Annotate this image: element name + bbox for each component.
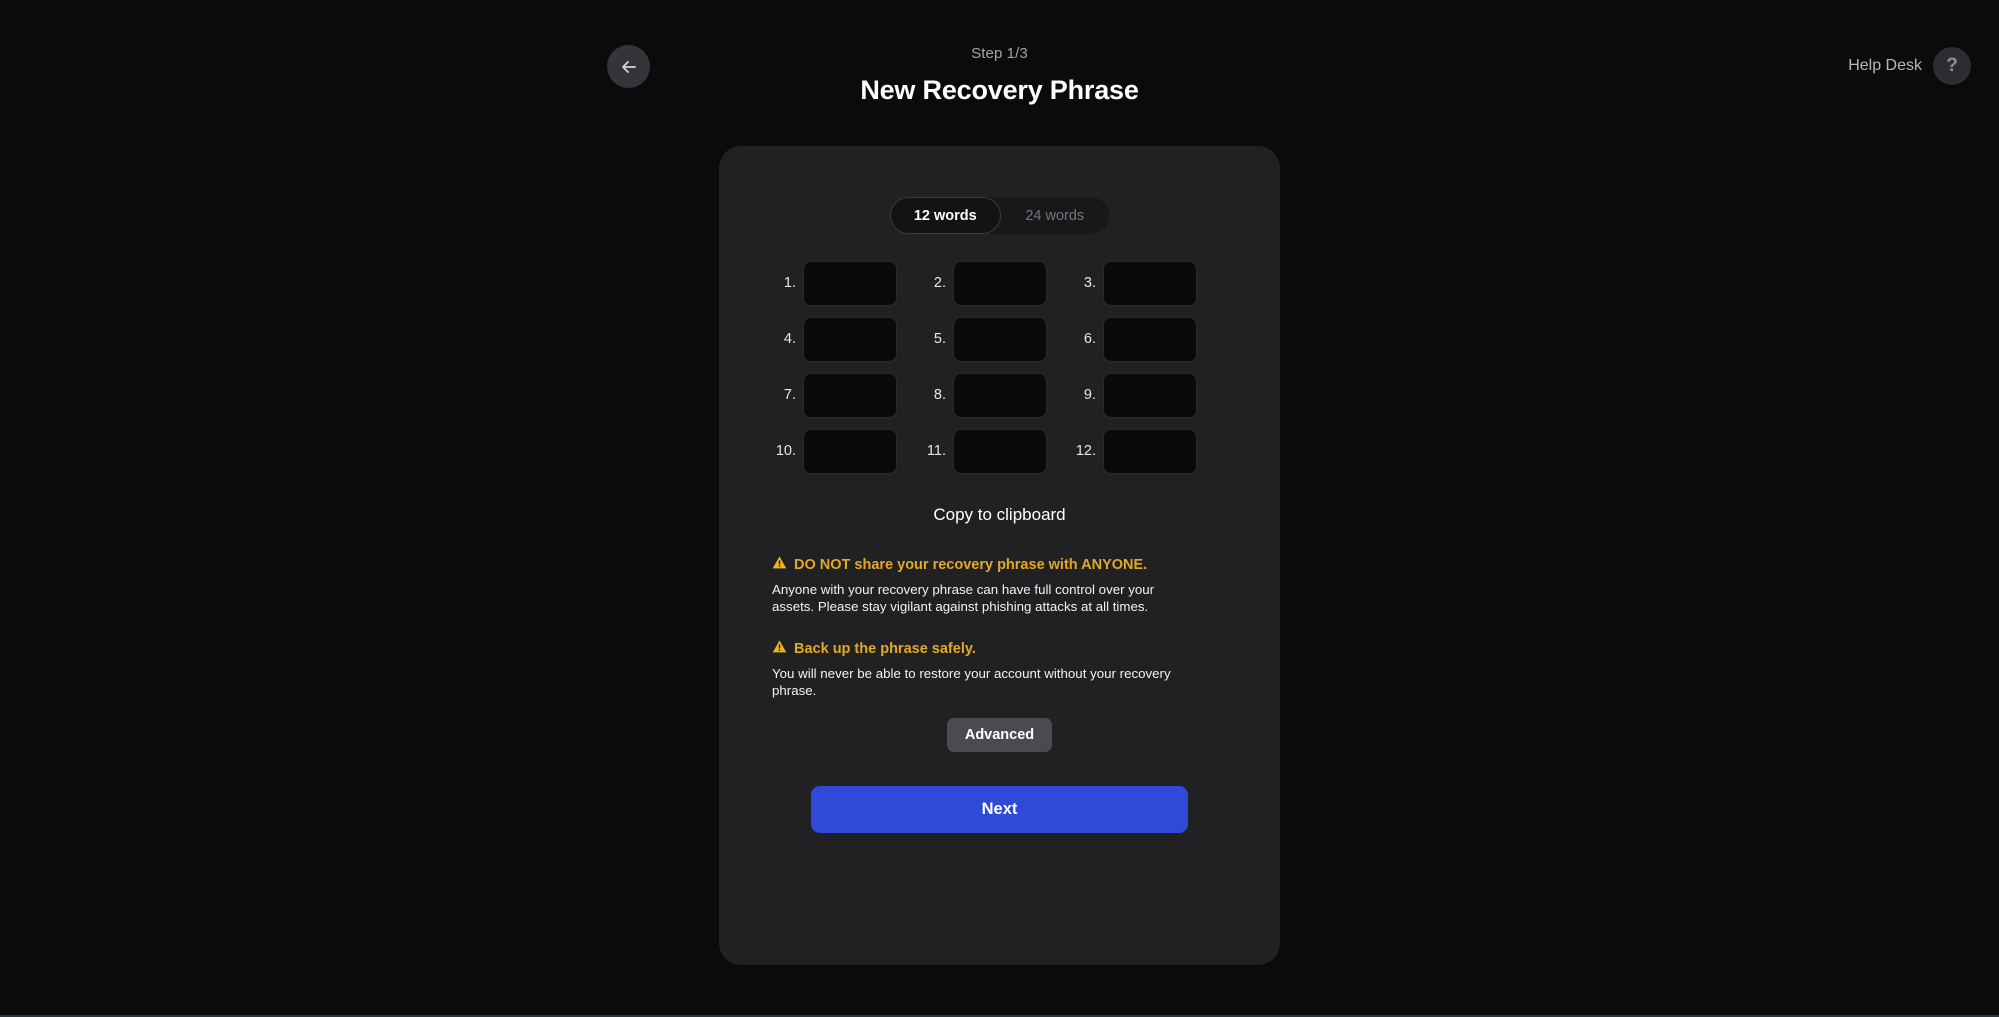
warning-heading: DO NOT share your recovery phrase with A…: [794, 557, 1148, 573]
warning-do-not-share: DO NOT share your recovery phrase with A…: [772, 555, 1232, 615]
word-cell: 6.: [1075, 313, 1225, 365]
header-center: Step 1/3 New Recovery Phrase: [0, 44, 1999, 106]
word-input-1[interactable]: [803, 260, 897, 306]
recovery-phrase-card: 12 words 24 words 1. 2. 3. 4. 5. 6. 7. 8…: [719, 146, 1280, 965]
word-cell: 1.: [775, 257, 925, 309]
word-index: 6.: [1083, 331, 1096, 347]
toggle-option-24-words[interactable]: 24 words: [1001, 197, 1110, 234]
word-input-11[interactable]: [953, 428, 1047, 474]
word-cell: 11.: [925, 425, 1075, 477]
warning-back-up-safely: Back up the phrase safely. You will neve…: [772, 639, 1232, 699]
word-cell: 12.: [1075, 425, 1225, 477]
word-index: 7.: [783, 387, 796, 403]
word-input-5[interactable]: [953, 316, 1047, 362]
word-index: 1.: [783, 275, 796, 291]
word-count-toggle[interactable]: 12 words 24 words: [890, 197, 1109, 234]
word-input-12[interactable]: [1103, 428, 1197, 474]
word-index: 10.: [775, 443, 796, 459]
warning-heading-row: Back up the phrase safely.: [772, 639, 1232, 659]
copy-to-clipboard-row: Copy to clipboard: [719, 505, 1280, 525]
advanced-button[interactable]: Advanced: [946, 718, 1053, 752]
question-mark-icon[interactable]: ?: [1933, 47, 1971, 85]
warnings-section: DO NOT share your recovery phrase with A…: [772, 555, 1232, 723]
word-index: 8.: [933, 387, 946, 403]
word-input-7[interactable]: [803, 372, 897, 418]
word-index: 4.: [783, 331, 796, 347]
next-button[interactable]: Next: [811, 786, 1188, 833]
word-cell: 5.: [925, 313, 1075, 365]
word-input-2[interactable]: [953, 260, 1047, 306]
word-cell: 9.: [1075, 369, 1225, 421]
recovery-word-grid: 1. 2. 3. 4. 5. 6. 7. 8. 9. 10. 11. 12.: [775, 257, 1225, 477]
warning-heading: Back up the phrase safely.: [794, 641, 976, 657]
word-cell: 8.: [925, 369, 1075, 421]
warning-triangle-icon: [772, 639, 787, 659]
word-cell: 4.: [775, 313, 925, 365]
word-index: 2.: [933, 275, 946, 291]
copy-to-clipboard-button[interactable]: Copy to clipboard: [933, 505, 1065, 525]
word-cell: 10.: [775, 425, 925, 477]
word-cell: 7.: [775, 369, 925, 421]
word-input-8[interactable]: [953, 372, 1047, 418]
warning-body: Anyone with your recovery phrase can hav…: [772, 582, 1155, 614]
page-title: New Recovery Phrase: [860, 75, 1139, 105]
word-cell: 2.: [925, 257, 1075, 309]
word-input-3[interactable]: [1103, 260, 1197, 306]
word-index: 3.: [1083, 275, 1096, 291]
advanced-row: Advanced: [719, 718, 1280, 752]
help-desk-area[interactable]: Help Desk ?: [1848, 47, 1971, 85]
word-index: 5.: [933, 331, 946, 347]
warning-triangle-icon: [772, 555, 787, 575]
word-input-9[interactable]: [1103, 372, 1197, 418]
top-bar: Step 1/3 New Recovery Phrase Help Desk ?: [0, 0, 1999, 130]
word-index: 12.: [1075, 443, 1096, 459]
step-label: Step 1/3: [971, 45, 1028, 62]
warning-body: You will never be able to restore your a…: [772, 666, 1171, 698]
word-input-10[interactable]: [803, 428, 897, 474]
word-input-6[interactable]: [1103, 316, 1197, 362]
warning-heading-row: DO NOT share your recovery phrase with A…: [772, 555, 1232, 575]
next-row: Next: [719, 786, 1280, 833]
word-index: 11.: [926, 443, 946, 459]
toggle-option-12-words[interactable]: 12 words: [890, 197, 1001, 234]
word-count-toggle-row: 12 words 24 words: [719, 197, 1280, 234]
help-desk-label[interactable]: Help Desk: [1848, 57, 1922, 75]
word-index: 9.: [1083, 387, 1096, 403]
word-cell: 3.: [1075, 257, 1225, 309]
word-input-4[interactable]: [803, 316, 897, 362]
